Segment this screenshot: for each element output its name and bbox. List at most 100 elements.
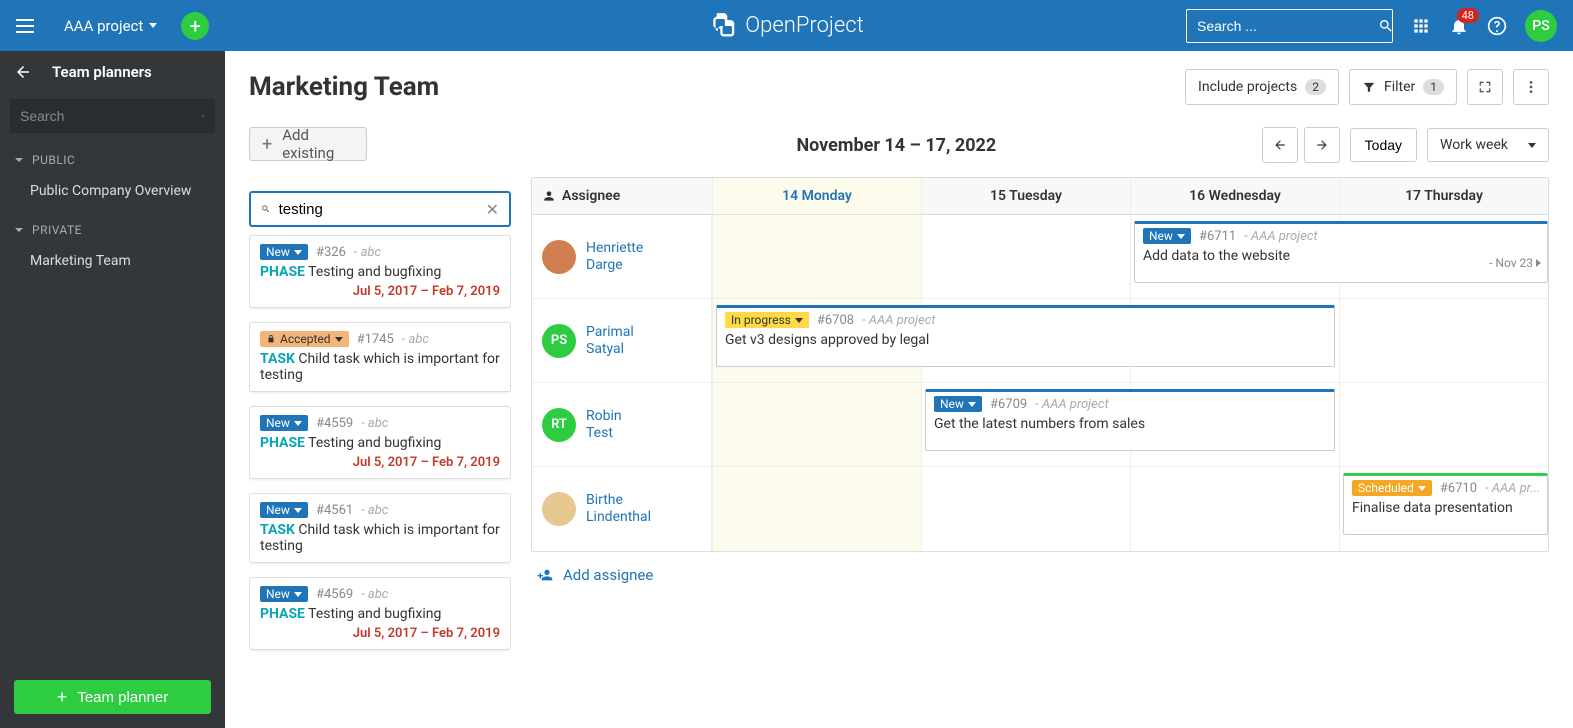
user-avatar[interactable]: PS xyxy=(1525,10,1557,42)
status-badge: New xyxy=(1143,228,1191,244)
kebab-icon xyxy=(1523,79,1539,95)
status-badge: Accepted xyxy=(260,331,349,347)
global-search[interactable] xyxy=(1186,9,1393,43)
wp-id: #4569 xyxy=(316,587,353,602)
chevron-down-icon xyxy=(1528,143,1536,148)
prev-button[interactable] xyxy=(1262,127,1298,163)
day-header: 16 Wednesday xyxy=(1130,178,1339,214)
continues-label: - Nov 23 xyxy=(1489,256,1541,270)
avatar xyxy=(542,240,576,274)
task-title: Finalise data presentation xyxy=(1352,500,1539,516)
assignee-cell[interactable]: HenrietteDarge xyxy=(532,215,712,298)
task-bar[interactable]: Scheduled #6710 - AAA pr... Finalise dat… xyxy=(1343,473,1548,535)
project-selector[interactable]: AAA project xyxy=(64,17,157,35)
day-cell[interactable] xyxy=(1339,383,1548,466)
notification-count: 48 xyxy=(1457,8,1479,23)
wp-type: TASK xyxy=(260,351,295,367)
wp-id: #326 xyxy=(316,245,346,260)
today-button[interactable]: Today xyxy=(1350,128,1417,162)
task-id: #6708 xyxy=(817,313,854,328)
filter-count: 1 xyxy=(1423,79,1444,95)
day-cell[interactable] xyxy=(712,215,921,298)
day-cell[interactable] xyxy=(1339,299,1548,382)
new-team-planner-button[interactable]: + Team planner xyxy=(14,680,211,714)
next-button[interactable] xyxy=(1304,127,1340,163)
wp-project: - abc xyxy=(354,245,381,260)
status-badge: New xyxy=(260,244,308,260)
date-range: November 14 – 17, 2022 xyxy=(531,135,1262,156)
wp-subject: Testing and bugfixing xyxy=(308,435,441,451)
brand: OpenProject xyxy=(709,12,863,40)
sidebar: Team planners PUBLIC Public Company Over… xyxy=(0,51,225,728)
assignee-cell[interactable]: PSParimalSatyal xyxy=(532,299,712,382)
day-cell[interactable] xyxy=(712,383,921,466)
wp-card[interactable]: New #4559 - abc PHASE Testing and bugfix… xyxy=(249,406,511,479)
plus-icon: + xyxy=(262,134,272,155)
view-select[interactable]: Work week xyxy=(1427,128,1549,162)
assignee-header: Assignee xyxy=(532,178,712,214)
day-cell[interactable] xyxy=(921,467,1130,551)
sidebar-item[interactable]: Marketing Team xyxy=(0,243,225,279)
wp-project: - abc xyxy=(361,416,388,431)
day-cell[interactable] xyxy=(921,215,1130,298)
wp-project: - abc xyxy=(402,332,429,347)
task-project: - AAA project xyxy=(1244,229,1317,244)
notifications-button[interactable]: 48 xyxy=(1449,16,1469,36)
sidebar-search-input[interactable] xyxy=(20,108,201,124)
day-header: 17 Thursday xyxy=(1339,178,1548,214)
brand-text: OpenProject xyxy=(745,13,863,38)
status-badge: New xyxy=(260,502,308,518)
avatar xyxy=(542,492,576,526)
day-cell[interactable] xyxy=(712,467,921,551)
avatar: PS xyxy=(542,324,576,358)
wp-dates: Jul 5, 2017 – Feb 7, 2019 xyxy=(260,455,500,470)
sidebar-section-public[interactable]: PUBLIC xyxy=(0,139,225,173)
sidebar-title: Team planners xyxy=(52,63,152,81)
sidebar-section-private[interactable]: PRIVATE xyxy=(0,209,225,243)
wp-card[interactable]: Accepted #1745 - abc TASK Child task whi… xyxy=(249,322,511,392)
task-project: - AAA project xyxy=(862,313,935,328)
wp-card[interactable]: New #326 - abc PHASE Testing and bugfixi… xyxy=(249,235,511,308)
task-bar[interactable]: New #6711 - AAA project Add data to the … xyxy=(1134,221,1548,283)
include-projects-button[interactable]: Include projects 2 xyxy=(1185,69,1339,105)
expand-icon xyxy=(1477,79,1493,95)
sidebar-item[interactable]: Public Company Overview xyxy=(0,173,225,209)
wp-card[interactable]: New #4569 - abc PHASE Testing and bugfix… xyxy=(249,577,511,650)
filter-button[interactable]: Filter 1 xyxy=(1349,69,1457,105)
task-id: #6709 xyxy=(990,397,1027,412)
status-badge: New xyxy=(934,396,982,412)
brand-logo-icon xyxy=(709,12,737,40)
add-assignee-button[interactable]: Add assignee xyxy=(531,552,1549,598)
day-header: 15 Tuesday xyxy=(921,178,1130,214)
wp-dates: Jul 5, 2017 – Feb 7, 2019 xyxy=(260,284,500,299)
wp-id: #1745 xyxy=(357,332,394,347)
assignee-cell[interactable]: RTRobinTest xyxy=(532,383,712,466)
task-title: Get the latest numbers from sales xyxy=(934,416,1326,432)
status-badge: In progress xyxy=(725,312,809,328)
wp-subject: Testing and bugfixing xyxy=(308,606,441,622)
user-icon xyxy=(542,189,556,203)
assignee-cell[interactable]: BirtheLindenthal xyxy=(532,467,712,551)
apps-button[interactable] xyxy=(1411,16,1431,36)
task-bar[interactable]: In progress #6708 - AAA project Get v3 d… xyxy=(716,305,1335,367)
wp-card[interactable]: New #4561 - abc TASK Child task which is… xyxy=(249,493,511,563)
create-button[interactable]: + xyxy=(181,12,209,40)
assignee-name: RobinTest xyxy=(586,408,622,442)
day-cell[interactable] xyxy=(1130,467,1339,551)
add-existing-button[interactable]: + Add existing xyxy=(249,127,367,161)
back-button[interactable] xyxy=(14,63,32,81)
fullscreen-button[interactable] xyxy=(1467,69,1503,105)
arrow-left-icon xyxy=(1273,138,1287,152)
task-bar[interactable]: New #6709 - AAA project Get the latest n… xyxy=(925,389,1335,451)
more-menu-button[interactable] xyxy=(1513,69,1549,105)
sidebar-search[interactable] xyxy=(10,99,215,133)
wp-search[interactable]: ✕ xyxy=(249,191,511,227)
hamburger-menu[interactable] xyxy=(16,14,40,38)
task-project: - AAA pr... xyxy=(1485,481,1540,496)
day-header: 14 Monday xyxy=(712,178,921,214)
plus-icon: + xyxy=(57,687,68,708)
clear-icon[interactable]: ✕ xyxy=(486,200,499,219)
global-search-input[interactable] xyxy=(1197,18,1378,34)
wp-search-input[interactable] xyxy=(279,201,478,218)
help-button[interactable] xyxy=(1487,16,1507,36)
